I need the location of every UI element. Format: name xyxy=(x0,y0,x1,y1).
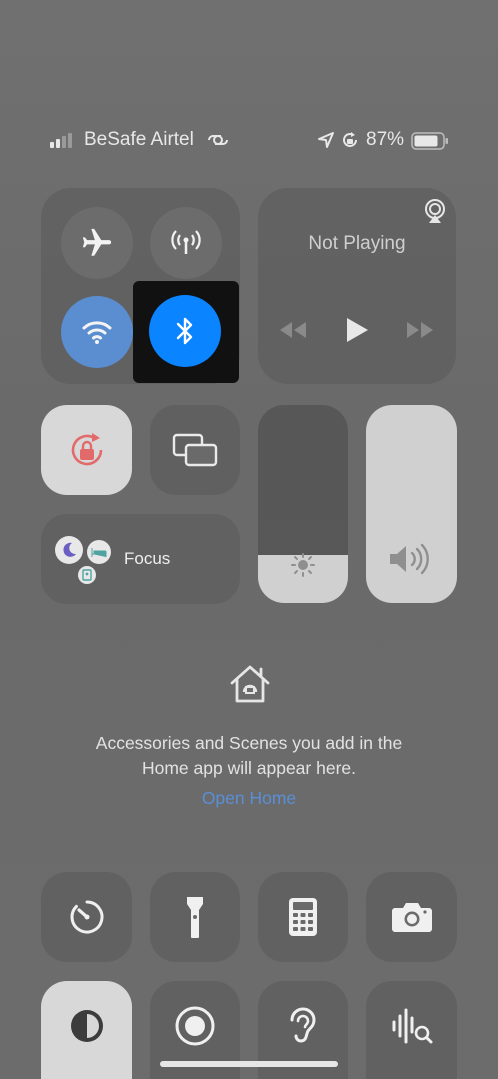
home-message-line-2: Home app will appear here. xyxy=(141,758,356,778)
wifi-toggle[interactable] xyxy=(61,296,133,368)
brightness-slider[interactable] xyxy=(258,405,348,603)
open-home-link[interactable]: Open Home xyxy=(40,788,458,809)
status-bar: BeSafe Airtel 87% xyxy=(0,126,498,156)
carrier-name: BeSafe Airtel xyxy=(84,129,194,150)
cellular-data-toggle[interactable] xyxy=(150,207,222,279)
home-empty-message: Accessories and Scenes you add in the Ho… xyxy=(40,731,458,781)
dark-mode-icon xyxy=(67,1006,107,1046)
rotation-lock-status-icon xyxy=(341,131,359,149)
flashlight-button[interactable] xyxy=(150,872,240,962)
focus-label: Focus xyxy=(124,549,171,568)
hearing-icon xyxy=(287,1004,319,1048)
home-icon xyxy=(227,661,273,707)
volume-slider[interactable] xyxy=(366,405,457,603)
moon-icon xyxy=(55,536,83,564)
wifi-icon xyxy=(80,317,114,347)
battery-icon xyxy=(411,132,449,150)
now-playing-title: Not Playing xyxy=(308,233,406,254)
cellular-signal-icon xyxy=(50,131,78,149)
bluetooth-icon xyxy=(172,314,198,348)
rotation-lock-icon xyxy=(65,428,109,472)
airplane-icon xyxy=(80,226,114,260)
rewind-icon[interactable] xyxy=(278,319,308,341)
timer-button[interactable] xyxy=(41,872,132,962)
speaker-icon xyxy=(386,541,438,577)
airplay-icon[interactable] xyxy=(422,198,448,224)
calculator-icon xyxy=(288,897,318,937)
sun-icon xyxy=(289,551,317,579)
airplane-mode-toggle[interactable] xyxy=(61,207,133,279)
timer-icon xyxy=(67,897,107,937)
flashlight-icon xyxy=(185,895,205,939)
sound-recognition-icon xyxy=(390,1006,434,1046)
sound-recognition-button[interactable] xyxy=(366,981,457,1079)
screen-record-icon xyxy=(174,1005,216,1047)
bluetooth-toggle[interactable] xyxy=(149,295,221,367)
location-arrow-icon xyxy=(317,131,335,149)
bed-icon xyxy=(87,540,111,564)
fast-forward-icon[interactable] xyxy=(405,319,435,341)
carrier-link-icon xyxy=(206,133,230,147)
camera-button[interactable] xyxy=(366,872,457,962)
rotation-lock-toggle[interactable] xyxy=(41,405,132,495)
screen-mirroring-icon xyxy=(171,432,219,468)
dark-mode-button[interactable] xyxy=(41,981,132,1079)
home-indicator[interactable] xyxy=(160,1061,338,1067)
calculator-button[interactable] xyxy=(258,872,348,962)
camera-icon xyxy=(391,900,433,934)
id-badge-icon xyxy=(78,566,96,584)
antenna-icon xyxy=(169,226,203,260)
home-message-line-1: Accessories and Scenes you add in the xyxy=(95,733,403,753)
screen-mirroring-button[interactable] xyxy=(150,405,240,495)
battery-percent: 87% xyxy=(366,129,405,150)
play-icon[interactable] xyxy=(344,316,370,344)
